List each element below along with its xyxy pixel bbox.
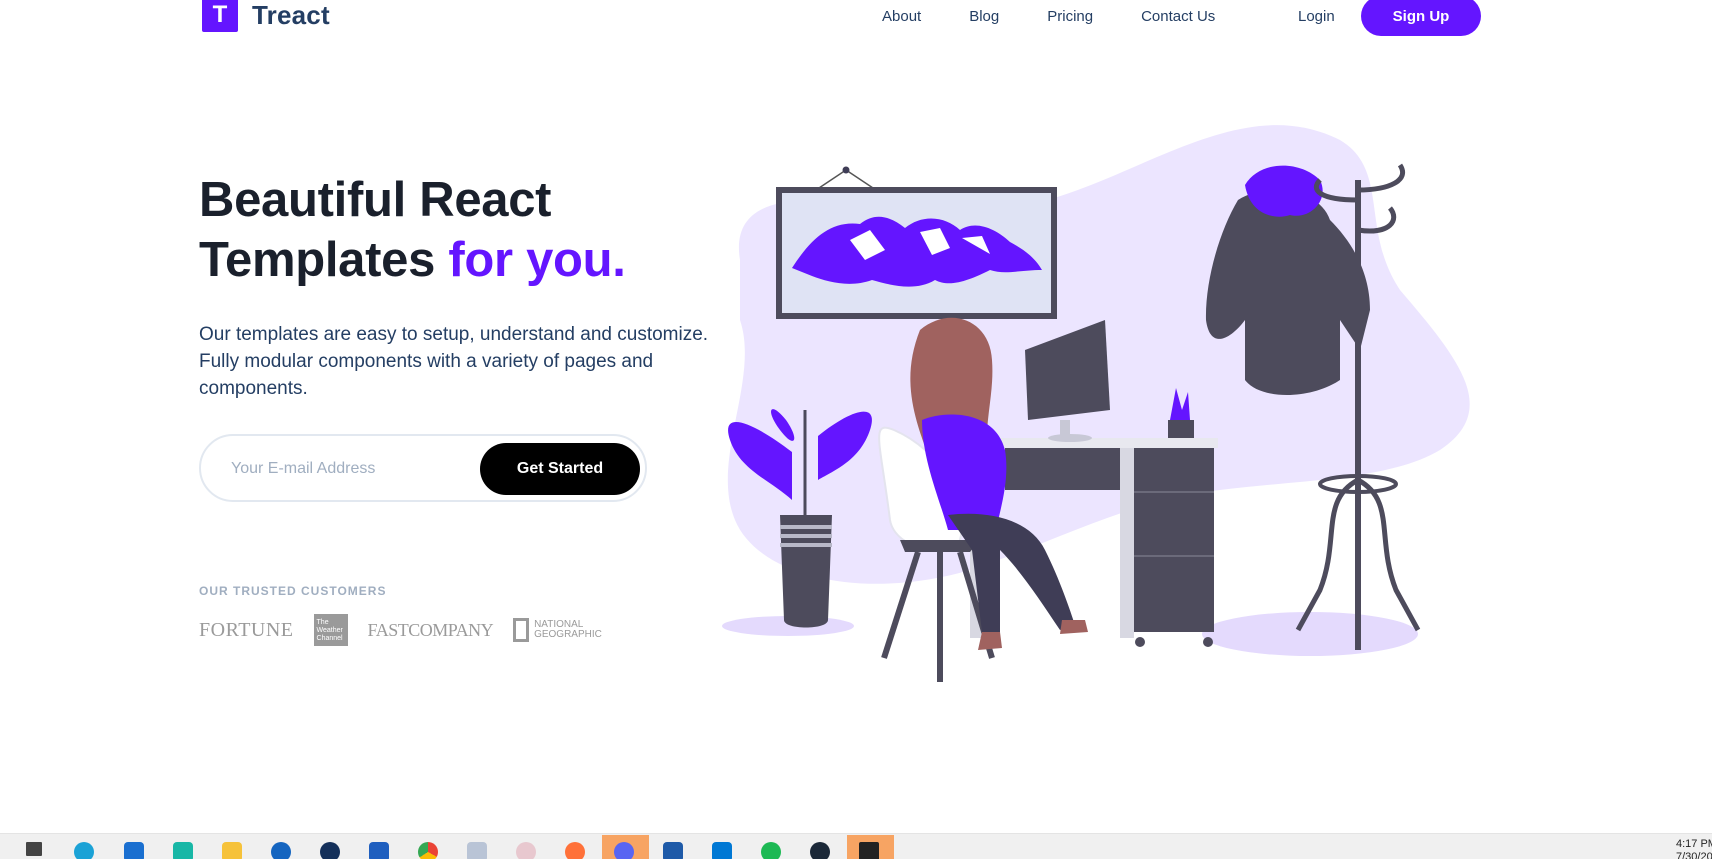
fortune-logo: FORTUNE bbox=[199, 618, 294, 641]
hero-heading-accent: for you. bbox=[448, 233, 626, 287]
word-icon[interactable] bbox=[369, 842, 389, 859]
windows-taskbar: 4:17 PM 7/30/2021 bbox=[0, 833, 1712, 859]
photos-icon[interactable] bbox=[467, 842, 487, 859]
hero-heading: Beautiful React Templates for you. bbox=[199, 170, 626, 290]
taskbar-date[interactable]: 7/30/2021 bbox=[1676, 851, 1712, 859]
atom-icon[interactable] bbox=[271, 842, 291, 859]
brand-name: Treact bbox=[252, 0, 330, 30]
top-navigation: T Treact About Blog Pricing Contact Us L… bbox=[0, 0, 1712, 40]
hero-heading-line2: Templates bbox=[199, 233, 449, 287]
brand-logo[interactable]: T Treact bbox=[202, 0, 330, 32]
natgeo-line2: GEOGRAPHIC bbox=[534, 629, 602, 640]
nav-link-blog[interactable]: Blog bbox=[969, 8, 999, 25]
hero-illustration bbox=[722, 125, 1470, 682]
coatrack-shadow bbox=[1202, 612, 1418, 656]
logo-mark-icon: T bbox=[202, 0, 238, 32]
epic-games-icon[interactable] bbox=[859, 842, 879, 859]
taskbar-clock[interactable]: 4:17 PM bbox=[1676, 838, 1712, 850]
app-icon[interactable] bbox=[173, 842, 193, 859]
desk-cabinet bbox=[1134, 448, 1214, 632]
nav-link-pricing[interactable]: Pricing bbox=[1047, 8, 1093, 25]
nav-links: About Blog Pricing Contact Us bbox=[882, 8, 1215, 25]
app-icon-3[interactable] bbox=[663, 842, 683, 859]
sign-up-button[interactable]: Sign Up bbox=[1361, 0, 1481, 36]
email-input[interactable] bbox=[231, 456, 461, 482]
vscode-icon[interactable] bbox=[712, 842, 732, 859]
plant-pot bbox=[780, 515, 832, 628]
email-signup-form: Get Started bbox=[199, 434, 647, 502]
get-started-button[interactable]: Get Started bbox=[480, 443, 640, 495]
hero-description: Our templates are easy to setup, underst… bbox=[199, 324, 709, 399]
weather-channel-logo: The Weather Channel bbox=[313, 614, 348, 646]
firefox-icon[interactable] bbox=[565, 842, 585, 859]
national-geographic-logo: NATIONAL GEOGRAPHIC bbox=[513, 618, 602, 642]
natgeo-frame-icon bbox=[513, 618, 530, 642]
edge-icon[interactable] bbox=[74, 842, 94, 859]
nav-link-contact-us[interactable]: Contact Us bbox=[1141, 8, 1215, 25]
login-link[interactable]: Login bbox=[1298, 8, 1335, 25]
app-icon-2[interactable] bbox=[516, 842, 536, 859]
task-view-icon[interactable] bbox=[26, 842, 42, 856]
customer-logos: FORTUNE The Weather Channel FASTCOMPANY … bbox=[199, 614, 602, 646]
steam-icon[interactable] bbox=[320, 842, 340, 859]
spotify-icon[interactable] bbox=[761, 842, 781, 859]
chrome-icon[interactable] bbox=[418, 842, 438, 859]
fast-company-logo: FASTCOMPANY bbox=[367, 619, 494, 640]
discord-icon[interactable] bbox=[614, 842, 634, 859]
trusted-customers-label: OUR TRUSTED CUSTOMERS bbox=[199, 584, 387, 598]
nav-link-about[interactable]: About bbox=[882, 8, 921, 25]
desk-drawer bbox=[1005, 448, 1120, 490]
steam-icon-2[interactable] bbox=[810, 842, 830, 859]
hero-heading-line1: Beautiful React bbox=[199, 173, 552, 227]
file-explorer-icon[interactable] bbox=[222, 842, 242, 859]
mail-icon[interactable] bbox=[124, 842, 144, 859]
